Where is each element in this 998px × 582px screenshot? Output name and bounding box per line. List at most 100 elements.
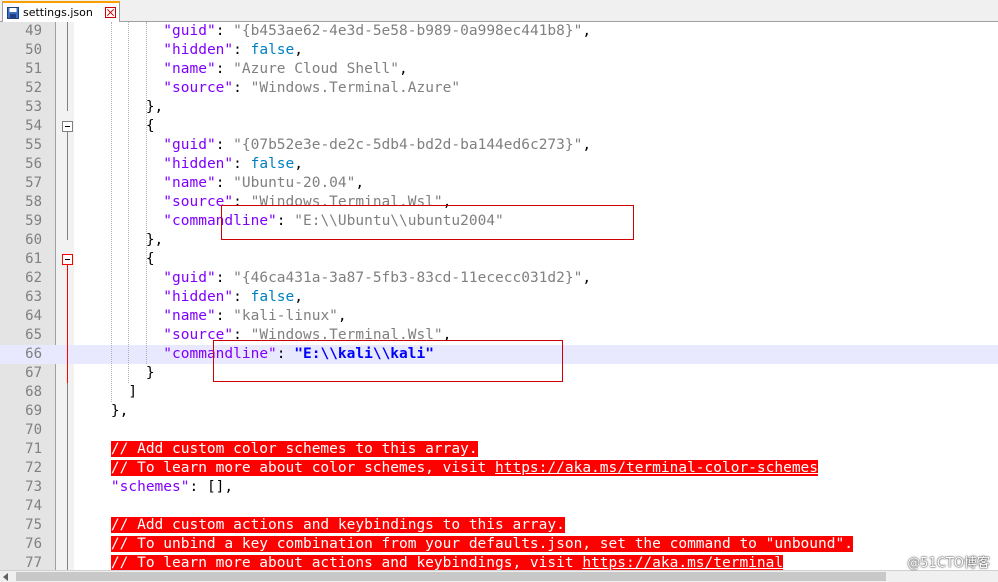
code-line[interactable]: 76 // To unbind a key combination from yo…: [0, 535, 998, 554]
line-number: 60: [25, 232, 42, 248]
code-text: // To unbind a key combination from your…: [110, 535, 853, 554]
code-token: "schemes": [110, 479, 190, 495]
code-token: // Add custom actions and keybindings to…: [110, 517, 565, 533]
code-line[interactable]: 63 "hidden": false,: [0, 288, 998, 307]
code-token: "{07b52e3e-de2c-5db4-bd2d-ba144ed6c273}": [233, 137, 583, 153]
code-token: :: [233, 42, 251, 58]
line-number: 65: [25, 327, 42, 343]
code-line[interactable]: 62 "guid": "{46ca431a-3a87-5fb3-83cd-11ec…: [0, 269, 998, 288]
line-number: 74: [25, 498, 42, 514]
line-number: 66: [25, 346, 42, 362]
code-token: ,: [337, 308, 347, 324]
code-token: :: [233, 289, 251, 305]
code-text: // To learn more about actions and keybi…: [110, 554, 784, 570]
code-token: "Ubuntu-20.04": [233, 175, 356, 191]
code-text: // Add custom color schemes to this arra…: [110, 440, 478, 459]
code-token: ,: [294, 289, 303, 305]
code-line[interactable]: 57 "name": "Ubuntu-20.04",: [0, 174, 998, 193]
code-token: "guid": [163, 137, 216, 153]
code-line[interactable]: 73 "schemes": [],: [0, 478, 998, 497]
code-token: },: [145, 99, 164, 115]
code-line[interactable]: 53},: [0, 98, 998, 117]
code-token: "hidden": [163, 42, 234, 58]
code-token: "name": [163, 175, 216, 191]
code-token: https://aka.ms/terminal-color-schemes: [495, 460, 819, 476]
line-number: 55: [25, 137, 42, 153]
code-token: "{b453ae62-4e3d-5e58-b989-0a998ec441b8}": [233, 23, 583, 39]
code-line[interactable]: 69},: [0, 402, 998, 421]
code-token: ,: [294, 42, 303, 58]
code-line[interactable]: 51 "name": "Azure Cloud Shell",: [0, 60, 998, 79]
line-number: 59: [25, 213, 42, 229]
code-token: {: [145, 251, 155, 267]
code-token: // Add custom color schemes to this arra…: [110, 441, 478, 457]
indent-guide: [110, 22, 112, 402]
code-token: ,: [582, 23, 592, 39]
code-token: ,: [399, 61, 408, 77]
line-number: 50: [25, 42, 42, 58]
line-number: 68: [25, 384, 42, 400]
code-line[interactable]: 52 "source": "Windows.Terminal.Azure": [0, 79, 998, 98]
code-token: "guid": [163, 270, 216, 286]
code-text: "guid": "{46ca431a-3a87-5fb3-83cd-11ecec…: [163, 269, 591, 288]
code-token: false: [250, 156, 295, 172]
code-text: "schemes": [],: [111, 478, 233, 497]
code-line[interactable]: 49 "guid": "{b453ae62-4e3d-5e58-b989-0a99…: [0, 22, 998, 41]
code-token: :: [215, 23, 234, 39]
fold-guide-line: [67, 383, 68, 570]
code-token: :: [215, 175, 234, 191]
code-line[interactable]: 75 // Add custom actions and keybindings …: [0, 516, 998, 535]
code-token: "guid": [163, 23, 216, 39]
code-editor[interactable]: 49 "guid": "{b453ae62-4e3d-5e58-b989-0a99…: [0, 22, 998, 570]
horizontal-scrollbar[interactable]: [0, 570, 998, 582]
line-number: 77: [25, 555, 42, 570]
code-line[interactable]: 77 // To learn more about actions and key…: [0, 554, 998, 570]
code-line[interactable]: 50 "hidden": false,: [0, 41, 998, 60]
code-line[interactable]: 61 {: [0, 250, 998, 269]
highlight-box: [221, 205, 634, 240]
line-number: 54: [25, 118, 42, 134]
line-number: 69: [25, 403, 42, 419]
fold-guide-line: [67, 22, 68, 111]
line-number: 61: [25, 251, 42, 267]
code-token: https://aka.ms/terminal: [582, 555, 784, 570]
line-number: 63: [25, 289, 42, 305]
code-line[interactable]: 54 {: [0, 117, 998, 136]
code-text: "name": "Azure Cloud Shell",: [163, 60, 407, 79]
line-number: 62: [25, 270, 42, 286]
indent-guide: [145, 22, 147, 364]
code-text: "guid": "{07b52e3e-de2c-5db4-bd2d-ba144e…: [163, 136, 591, 155]
code-token: "{46ca431a-3a87-5fb3-83cd-11ececc031d2}": [233, 270, 583, 286]
code-text: },: [146, 98, 163, 117]
code-line[interactable]: 74: [0, 497, 998, 516]
code-line[interactable]: 70: [0, 421, 998, 440]
code-line[interactable]: 71 // Add custom color schemes to this ar…: [0, 440, 998, 459]
code-line[interactable]: 68]: [0, 383, 998, 402]
code-line[interactable]: 56 "hidden": false,: [0, 155, 998, 174]
code-token: "Windows.Terminal.Azure": [250, 80, 461, 96]
code-token: :: [233, 80, 251, 96]
floppy-disk-icon: [7, 6, 19, 19]
scroll-left-arrow-icon[interactable]: [3, 573, 8, 581]
code-text: "hidden": false,: [163, 155, 303, 174]
code-token: false: [250, 42, 295, 58]
fold-toggle-icon[interactable]: [62, 121, 73, 132]
code-token: },: [110, 403, 129, 419]
code-line[interactable]: 55 "guid": "{07b52e3e-de2c-5db4-bd2d-ba14…: [0, 136, 998, 155]
line-number: 57: [25, 175, 42, 191]
code-line[interactable]: 64 "name": "kali-linux",: [0, 307, 998, 326]
tab-bar: settings.json: [0, 0, 998, 22]
code-token: "Azure Cloud Shell": [233, 61, 400, 77]
code-token: },: [145, 232, 164, 248]
close-icon[interactable]: [105, 7, 116, 18]
line-number: 51: [25, 61, 42, 77]
line-number: 64: [25, 308, 42, 324]
code-line[interactable]: 72 // To learn more about color schemes, …: [0, 459, 998, 478]
fold-guide-line: [67, 265, 68, 383]
code-token: // To unbind a key combination from your…: [110, 536, 853, 552]
line-number: 56: [25, 156, 42, 172]
scrollbar-thumb[interactable]: [16, 572, 886, 581]
code-token: "kali-linux": [233, 308, 338, 324]
tab-settings-json[interactable]: settings.json: [2, 1, 120, 22]
fold-toggle-icon[interactable]: [62, 254, 73, 265]
